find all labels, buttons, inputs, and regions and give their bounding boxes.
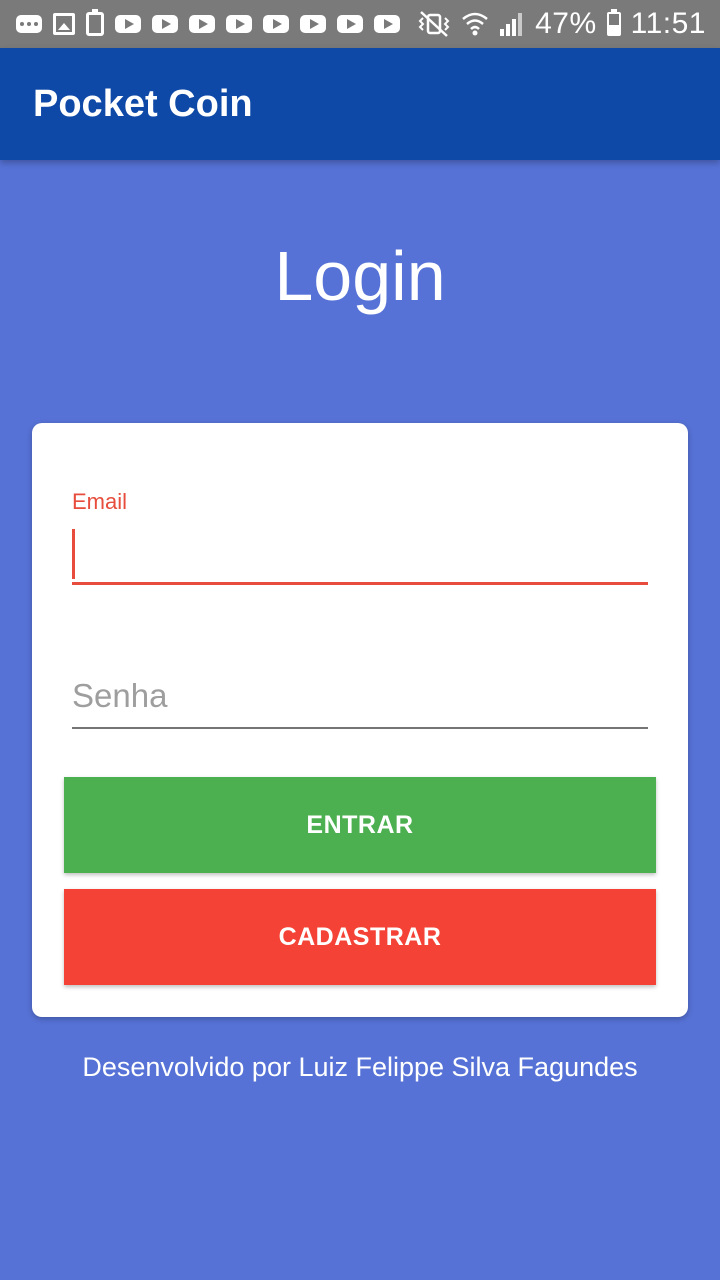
vibrate-icon (417, 10, 451, 38)
signal-icon (499, 11, 525, 37)
email-field[interactable] (72, 527, 648, 585)
status-bar: 47% 11:51 (0, 0, 720, 48)
clock: 11:51 (630, 7, 706, 40)
message-icon (16, 15, 42, 33)
login-card: Email Senha ENTRAR CADASTRAR (32, 423, 688, 1017)
system-icons: 47% 11:51 (417, 7, 706, 41)
youtube-icon (300, 15, 326, 33)
text-cursor (72, 529, 75, 579)
youtube-icon (152, 15, 178, 33)
youtube-icon (226, 15, 252, 33)
wifi-icon (461, 11, 489, 37)
youtube-icon (263, 15, 289, 33)
youtube-icon (189, 15, 215, 33)
youtube-icon (374, 15, 400, 33)
app-title: Pocket Coin (33, 82, 253, 125)
battery-percent: 47% (535, 7, 597, 40)
app-bar: Pocket Coin (0, 48, 720, 160)
register-button[interactable]: CADASTRAR (64, 889, 656, 985)
youtube-icon (115, 15, 141, 33)
email-label: Email (72, 489, 128, 514)
login-button[interactable]: ENTRAR (64, 777, 656, 873)
developer-credit: Desenvolvido por Luiz Felippe Silva Fagu… (82, 1052, 638, 1082)
image-icon (53, 13, 75, 35)
notification-icons (16, 9, 400, 36)
recycle-icon (86, 9, 104, 36)
password-field[interactable]: Senha (72, 671, 648, 729)
password-placeholder: Senha (72, 677, 168, 714)
page-title: Login (274, 237, 446, 315)
youtube-icon (337, 15, 363, 33)
battery-icon (606, 9, 621, 36)
